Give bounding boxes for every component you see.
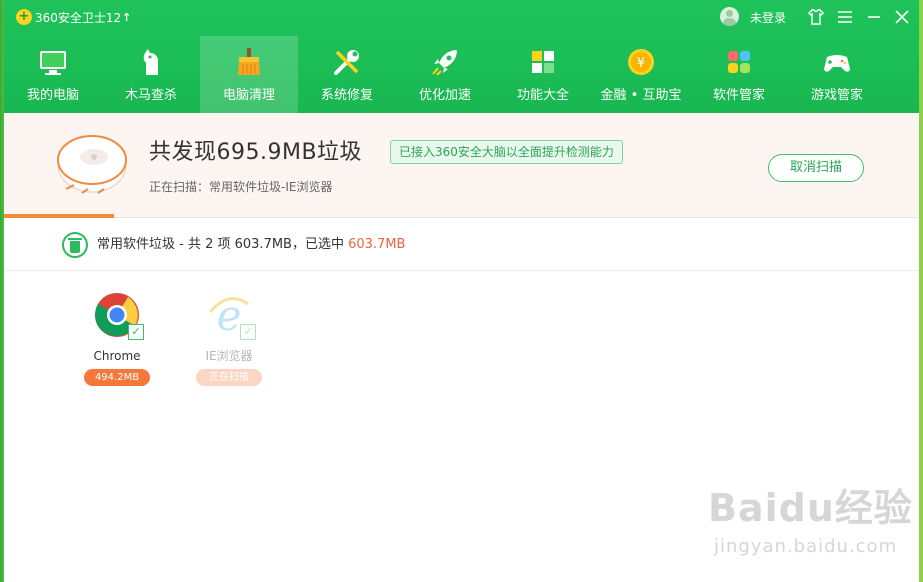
nav-label: 木马查杀 bbox=[124, 88, 177, 103]
ie-checkbox[interactable]: ✓ bbox=[240, 324, 256, 340]
scan-status: 正在扫描：常用软件垃圾-IE浏览器 bbox=[149, 180, 333, 194]
nav-item-cleanup[interactable]: 电脑清理 bbox=[200, 36, 298, 113]
nav-item-my-computer[interactable]: 我的电脑 bbox=[4, 36, 102, 113]
category-summary-text: 常用软件垃圾 - 共 2 项 603.7MB，已选中 bbox=[97, 237, 349, 252]
watermark-sub: jingyan.baidu.com bbox=[714, 536, 898, 557]
avatar[interactable] bbox=[720, 7, 739, 26]
login-link[interactable]: 未登录 bbox=[750, 10, 786, 26]
nav-label: 软件管家 bbox=[712, 88, 765, 103]
trash-icon bbox=[62, 232, 88, 258]
item-name: Chrome bbox=[93, 349, 141, 363]
scan-progress-fill bbox=[4, 214, 114, 218]
360-logo-icon: + bbox=[16, 9, 32, 25]
main-nav: 我的电脑 木马查杀 电脑清理 系统修复 优化加速 功能大全 ¥ 金融 • 互助宝… bbox=[4, 36, 919, 113]
nav-label: 我的电脑 bbox=[26, 88, 79, 103]
titlebar: + 360安全卫士12 ↑ 未登录 bbox=[4, 0, 919, 36]
rocket-icon bbox=[432, 50, 457, 76]
cancel-scan-button[interactable]: 取消扫描 bbox=[768, 154, 864, 182]
monitor-icon bbox=[40, 51, 66, 75]
minimize-icon[interactable] bbox=[864, 7, 884, 27]
scan-progress-bar bbox=[4, 214, 919, 218]
baidu-watermark: Baidu经验 jingyan.baidu.com bbox=[708, 486, 918, 576]
close-icon[interactable] bbox=[892, 7, 912, 27]
scan-banner: 共发现695.9MB垃圾 已接入360安全大脑以全面提升检测能力 正在扫描：常用… bbox=[4, 113, 919, 218]
selected-size: 603.7MB bbox=[348, 237, 406, 252]
gamepad-icon bbox=[824, 55, 850, 72]
nav-label: 优化加速 bbox=[418, 88, 471, 103]
item-scanning-badge: 正在扫描 bbox=[196, 369, 262, 386]
item-chrome[interactable]: ✓ Chrome 494.2MB bbox=[72, 292, 162, 392]
watermark-main: Baidu经验 bbox=[708, 486, 913, 530]
nav-item-optimize[interactable]: 优化加速 bbox=[396, 36, 494, 113]
apps-icon bbox=[728, 51, 750, 73]
nav-label: 功能大全 bbox=[516, 88, 569, 103]
nav-item-features[interactable]: 功能大全 bbox=[494, 36, 592, 113]
item-ie[interactable]: e ✓ IE浏览器 正在扫描 bbox=[184, 292, 274, 392]
skin-shirt-icon[interactable] bbox=[806, 7, 826, 27]
nav-item-finance[interactable]: ¥ 金融 • 互助宝 bbox=[592, 36, 690, 113]
app-window: + 360安全卫士12 ↑ 未登录 我的电脑 木马查杀 电脑清理 系统修复 优化… bbox=[4, 0, 919, 582]
nav-item-trojan-scan[interactable]: 木马查杀 bbox=[102, 36, 200, 113]
upgrade-arrow-icon[interactable]: ↑ bbox=[122, 10, 131, 26]
item-size-badge: 494.2MB bbox=[84, 369, 150, 386]
nav-label: 电脑清理 bbox=[222, 88, 275, 103]
wrench-icon bbox=[334, 50, 359, 75]
grid-icon bbox=[532, 51, 554, 73]
chrome-checkbox[interactable]: ✓ bbox=[128, 324, 144, 340]
scan-result-title: 共发现695.9MB垃圾 bbox=[149, 140, 363, 165]
broom-icon bbox=[238, 48, 260, 75]
header: + 360安全卫士12 ↑ 未登录 我的电脑 木马查杀 电脑清理 系统修复 优化… bbox=[4, 0, 919, 113]
category-summary: 常用软件垃圾 - 共 2 项 603.7MB，已选中 603.7MB bbox=[97, 236, 405, 254]
nav-item-game-manager[interactable]: 游戏管家 bbox=[788, 36, 886, 113]
nav-label: 游戏管家 bbox=[810, 88, 863, 103]
category-row[interactable]: 常用软件垃圾 - 共 2 项 603.7MB，已选中 603.7MB bbox=[4, 219, 919, 271]
nav-item-software-manager[interactable]: 软件管家 bbox=[690, 36, 788, 113]
trojan-horse-icon bbox=[143, 49, 158, 75]
coin-icon: ¥ bbox=[628, 49, 654, 75]
ai-badge[interactable]: 已接入360安全大脑以全面提升检测能力 bbox=[390, 140, 623, 164]
nav-item-system-repair[interactable]: 系统修复 bbox=[298, 36, 396, 113]
app-title: 360安全卫士12 bbox=[35, 11, 122, 25]
item-name: IE浏览器 bbox=[205, 349, 253, 363]
svg-text:¥: ¥ bbox=[637, 56, 645, 71]
sweeping-robot-icon bbox=[57, 135, 127, 194]
menu-icon[interactable] bbox=[835, 7, 855, 27]
nav-label: 系统修复 bbox=[320, 88, 373, 103]
nav-label: 金融 • 互助宝 bbox=[600, 88, 682, 103]
